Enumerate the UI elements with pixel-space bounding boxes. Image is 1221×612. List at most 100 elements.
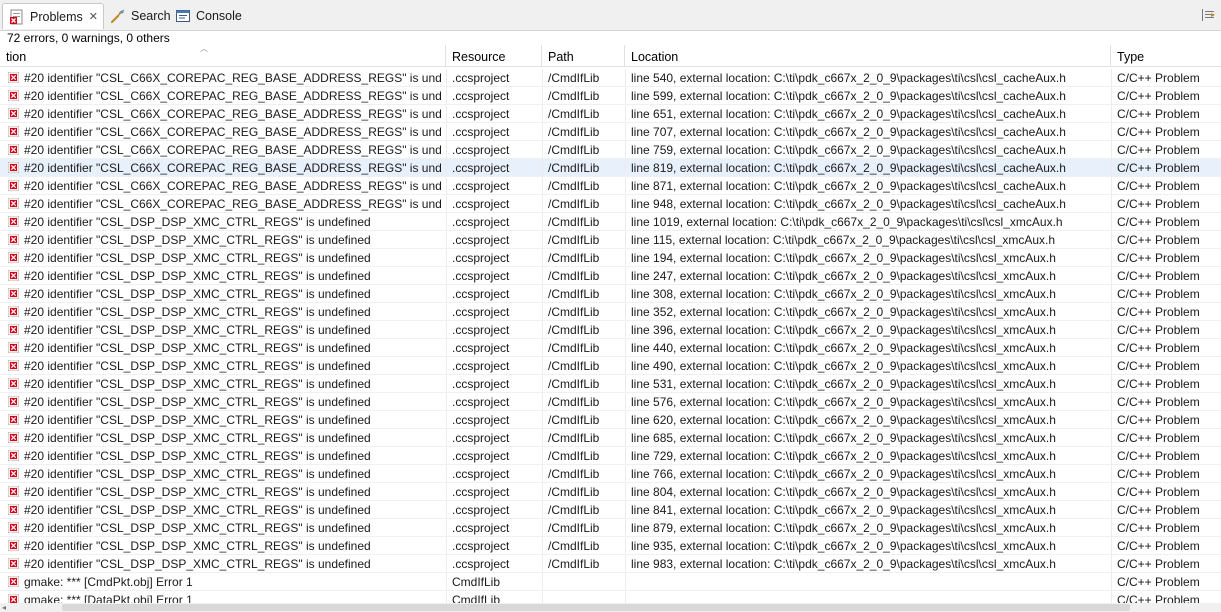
column-divider [1111, 447, 1112, 464]
table-row[interactable]: #20 identifier "CSL_DSP_DSP_XMC_CTRL_REG… [0, 519, 1221, 537]
table-row[interactable]: #20 identifier "CSL_DSP_DSP_XMC_CTRL_REG… [0, 411, 1221, 429]
table-row[interactable]: #20 identifier "CSL_C66X_COREPAC_REG_BAS… [0, 177, 1221, 195]
table-row[interactable]: #20 identifier "CSL_DSP_DSP_XMC_CTRL_REG… [0, 555, 1221, 573]
column-divider [542, 105, 543, 122]
table-row[interactable]: gmake: *** [DataPkt.obj] Error 1 CmdIfLib… [0, 591, 1221, 603]
table-row[interactable]: #20 identifier "CSL_DSP_DSP_XMC_CTRL_REG… [0, 447, 1221, 465]
cell-path: /CmdIfLib [548, 503, 600, 517]
table-row[interactable]: #20 identifier "CSL_DSP_DSP_XMC_CTRL_REG… [0, 537, 1221, 555]
column-divider [1111, 267, 1112, 284]
column-divider [446, 141, 447, 158]
error-icon [7, 305, 20, 318]
error-icon [7, 89, 20, 102]
column-divider [625, 573, 626, 590]
cell-description: #20 identifier "CSL_C66X_COREPAC_REG_BAS… [24, 71, 442, 85]
cell-type: C/C++ Problem [1117, 71, 1200, 85]
column-divider [1111, 195, 1112, 212]
column-location[interactable]: Location [625, 45, 1111, 67]
error-icon [7, 161, 20, 174]
table-row[interactable]: #20 identifier "CSL_DSP_DSP_XMC_CTRL_REG… [0, 501, 1221, 519]
cell-description: #20 identifier "CSL_DSP_DSP_XMC_CTRL_REG… [24, 233, 371, 247]
table-row[interactable]: #20 identifier "CSL_DSP_DSP_XMC_CTRL_REG… [0, 339, 1221, 357]
table-row[interactable]: #20 identifier "CSL_DSP_DSP_XMC_CTRL_REG… [0, 231, 1221, 249]
column-divider [446, 429, 447, 446]
tab-console[interactable]: Console [175, 3, 242, 29]
column-divider [625, 321, 626, 338]
cell-path: /CmdIfLib [548, 395, 600, 409]
table-row[interactable]: #20 identifier "CSL_DSP_DSP_XMC_CTRL_REG… [0, 465, 1221, 483]
column-divider [542, 411, 543, 428]
cell-path: /CmdIfLib [548, 377, 600, 391]
table-row[interactable]: #20 identifier "CSL_C66X_COREPAC_REG_BAS… [0, 69, 1221, 87]
table-row[interactable]: #20 identifier "CSL_DSP_DSP_XMC_CTRL_REG… [0, 321, 1221, 339]
cell-location: line 871, external location: C:\ti\pdk_c… [631, 179, 1066, 193]
table-row[interactable]: #20 identifier "CSL_DSP_DSP_XMC_CTRL_REG… [0, 213, 1221, 231]
table-row[interactable]: #20 identifier "CSL_DSP_DSP_XMC_CTRL_REG… [0, 393, 1221, 411]
cell-description: #20 identifier "CSL_C66X_COREPAC_REG_BAS… [24, 179, 442, 193]
column-divider [542, 465, 543, 482]
error-icon [7, 395, 20, 408]
column-divider [446, 87, 447, 104]
table-row[interactable]: #20 identifier "CSL_DSP_DSP_XMC_CTRL_REG… [0, 285, 1221, 303]
table-row[interactable]: #20 identifier "CSL_C66X_COREPAC_REG_BAS… [0, 159, 1221, 177]
cell-location: line 651, external location: C:\ti\pdk_c… [631, 107, 1066, 121]
column-divider [1111, 69, 1112, 86]
scrollbar-thumb[interactable] [62, 604, 1130, 611]
cell-type: C/C++ Problem [1117, 557, 1200, 571]
table-row[interactable]: #20 identifier "CSL_C66X_COREPAC_REG_BAS… [0, 123, 1221, 141]
table-row[interactable]: #20 identifier "CSL_C66X_COREPAC_REG_BAS… [0, 105, 1221, 123]
cell-path: /CmdIfLib [548, 215, 600, 229]
column-divider [446, 249, 447, 266]
table-row[interactable]: gmake: *** [CmdPkt.obj] Error 1 CmdIfLib C… [0, 573, 1221, 591]
column-divider [542, 555, 543, 572]
column-divider [446, 231, 447, 248]
cell-path: /CmdIfLib [548, 431, 600, 445]
column-type[interactable]: Type [1111, 45, 1221, 67]
column-divider [542, 357, 543, 374]
view-menu-icon[interactable] [1199, 6, 1217, 24]
scroll-left-icon[interactable]: ◂ [2, 603, 6, 612]
table-header: tion ︿ Resource Path Location Type [0, 45, 1221, 67]
cell-resource: .ccsproject [452, 449, 510, 463]
error-icon [7, 287, 20, 300]
column-divider [542, 339, 543, 356]
tab-problems[interactable]: Problems ✕ [2, 3, 104, 29]
column-path[interactable]: Path [542, 45, 625, 67]
error-icon [7, 341, 20, 354]
column-divider [625, 591, 626, 603]
cell-description: #20 identifier "CSL_DSP_DSP_XMC_CTRL_REG… [24, 395, 371, 409]
close-icon[interactable]: ✕ [89, 10, 98, 23]
table-row[interactable]: #20 identifier "CSL_DSP_DSP_XMC_CTRL_REG… [0, 375, 1221, 393]
table-row[interactable]: #20 identifier "CSL_DSP_DSP_XMC_CTRL_REG… [0, 303, 1221, 321]
column-divider [446, 321, 447, 338]
column-divider [625, 375, 626, 392]
table-row[interactable]: #20 identifier "CSL_DSP_DSP_XMC_CTRL_REG… [0, 483, 1221, 501]
column-divider [542, 483, 543, 500]
error-icon [7, 143, 20, 156]
column-divider [1111, 87, 1112, 104]
table-row[interactable]: #20 identifier "CSL_C66X_COREPAC_REG_BAS… [0, 195, 1221, 213]
cell-path [548, 591, 624, 603]
horizontal-scrollbar[interactable]: ◂ [0, 603, 1221, 612]
column-description[interactable]: tion ︿ [0, 45, 446, 67]
error-icon [7, 125, 20, 138]
cell-type: C/C++ Problem [1117, 233, 1200, 247]
tab-search[interactable]: Search [110, 3, 171, 29]
error-icon [7, 503, 20, 516]
cell-type: C/C++ Problem [1117, 269, 1200, 283]
table-row[interactable]: #20 identifier "CSL_DSP_DSP_XMC_CTRL_REG… [0, 357, 1221, 375]
table-row[interactable]: #20 identifier "CSL_C66X_COREPAC_REG_BAS… [0, 141, 1221, 159]
cell-type: C/C++ Problem [1117, 161, 1200, 175]
column-divider [625, 213, 626, 230]
cell-path: /CmdIfLib [548, 323, 600, 337]
cell-resource: .ccsproject [452, 467, 510, 481]
table-row[interactable]: #20 identifier "CSL_DSP_DSP_XMC_CTRL_REG… [0, 429, 1221, 447]
cell-description: gmake: *** [CmdPkt.obj] Error 1 [24, 575, 193, 589]
error-icon [7, 521, 20, 534]
table-row[interactable]: #20 identifier "CSL_DSP_DSP_XMC_CTRL_REG… [0, 249, 1221, 267]
table-row[interactable]: #20 identifier "CSL_DSP_DSP_XMC_CTRL_REG… [0, 267, 1221, 285]
cell-path: /CmdIfLib [548, 449, 600, 463]
column-resource[interactable]: Resource [446, 45, 542, 67]
cell-type: C/C++ Problem [1117, 323, 1200, 337]
table-row[interactable]: #20 identifier "CSL_C66X_COREPAC_REG_BAS… [0, 87, 1221, 105]
